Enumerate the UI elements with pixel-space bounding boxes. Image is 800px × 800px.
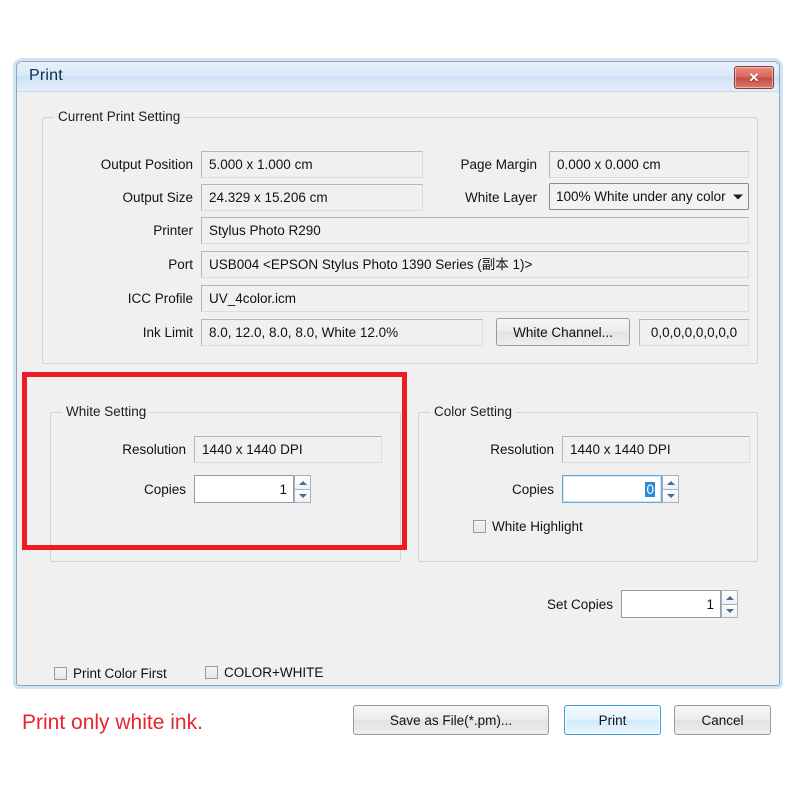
caret-down-icon: [298, 494, 307, 498]
checkbox-color-plus-white[interactable]: COLOR+WHITE: [205, 665, 323, 680]
label-white-resolution: Resolution: [122, 442, 186, 457]
stepper-set-copies[interactable]: [721, 590, 738, 618]
cancel-button[interactable]: Cancel: [674, 705, 771, 735]
close-icon[interactable]: ✕: [734, 66, 774, 89]
label-ink-limit: Ink Limit: [142, 325, 193, 340]
checkbox-color-plus-white-box[interactable]: [205, 666, 218, 679]
label-output-size: Output Size: [122, 190, 193, 205]
input-white-copies[interactable]: 1: [194, 475, 294, 503]
input-color-copies-value: 0: [645, 481, 655, 497]
field-icc-profile: UV_4color.icm: [201, 285, 749, 312]
print-dialog: Print ✕ Current Print Setting Output Pos…: [16, 61, 780, 735]
field-page-margin: 0.000 x 0.000 cm: [549, 151, 749, 178]
label-color-copies: Copies: [511, 482, 554, 497]
stepper-white-copies-up[interactable]: [294, 475, 311, 489]
field-white-resolution: 1440 x 1440 DPI: [194, 436, 382, 463]
checkbox-color-plus-white-label: COLOR+WHITE: [224, 665, 324, 680]
group-title-color-setting: Color Setting: [430, 404, 517, 419]
label-icc-profile: ICC Profile: [127, 291, 193, 306]
stepper-white-copies-down[interactable]: [294, 489, 311, 503]
field-color-resolution: 1440 x 1440 DPI: [562, 436, 750, 463]
caret-down-icon: [725, 609, 734, 613]
group-title-white-setting: White Setting: [62, 404, 151, 419]
white-channel-button[interactable]: White Channel...: [496, 318, 630, 346]
group-current-print-setting: Current Print Setting Output Position 5.…: [42, 109, 758, 364]
save-as-file-button[interactable]: Save as File(*.pm)...: [353, 705, 549, 735]
print-button[interactable]: Print: [564, 705, 661, 735]
field-printer: Stylus Photo R290: [201, 217, 749, 244]
caret-up-icon: [298, 480, 307, 485]
checkbox-print-color-first[interactable]: Print Color First: [54, 666, 167, 681]
label-color-resolution: Resolution: [490, 442, 554, 457]
checkbox-white-highlight-box[interactable]: [473, 520, 486, 533]
field-port: USB004 <EPSON Stylus Photo 1390 Series (…: [201, 251, 749, 278]
field-ink-limit: 8.0, 12.0, 8.0, 8.0, White 12.0%: [201, 319, 483, 346]
label-white-copies: Copies: [143, 482, 186, 497]
dialog-titlebar: Print ✕: [17, 62, 779, 92]
field-white-channel-value: 0,0,0,0,0,0,0,0: [639, 319, 749, 346]
field-output-size: 24.329 x 15.206 cm: [201, 184, 423, 211]
screenshot-root: Print ✕ Current Print Setting Output Pos…: [0, 0, 800, 800]
label-port: Port: [168, 257, 193, 272]
label-output-position: Output Position: [100, 157, 193, 172]
checkbox-white-highlight-label: White Highlight: [492, 519, 583, 534]
label-set-copies: Set Copies: [546, 597, 613, 612]
annotation-caption: Print only white ink.: [22, 711, 203, 734]
close-icon-glyph: ✕: [748, 70, 760, 85]
stepper-set-copies-down[interactable]: [721, 604, 738, 618]
stepper-color-copies-up[interactable]: [662, 475, 679, 489]
dialog-client-area: Current Print Setting Output Position 5.…: [18, 92, 778, 735]
combo-white-layer-value: 100% White under any color: [556, 189, 726, 204]
input-set-copies[interactable]: 1: [621, 590, 721, 618]
checkbox-print-color-first-box[interactable]: [54, 667, 67, 680]
group-white-setting: White Setting Resolution 1440 x 1440 DPI…: [50, 404, 401, 562]
stepper-set-copies-up[interactable]: [721, 590, 738, 604]
dialog-title: Print: [29, 67, 63, 84]
checkbox-white-highlight[interactable]: White Highlight: [473, 519, 583, 534]
group-title-current-print-setting: Current Print Setting: [54, 109, 185, 124]
group-color-setting: Color Setting Resolution 1440 x 1440 DPI…: [418, 404, 758, 562]
field-output-position: 5.000 x 1.000 cm: [201, 151, 423, 178]
stepper-color-copies-down[interactable]: [662, 489, 679, 503]
caret-down-icon: [666, 494, 675, 498]
caret-up-icon: [666, 480, 675, 485]
label-printer: Printer: [153, 223, 193, 238]
stepper-white-copies[interactable]: [294, 475, 311, 503]
combo-white-layer[interactable]: 100% White under any color: [549, 183, 749, 210]
checkbox-print-color-first-label: Print Color First: [73, 666, 167, 681]
label-white-layer: White Layer: [464, 190, 537, 205]
label-page-margin: Page Margin: [460, 157, 537, 172]
caret-up-icon: [725, 595, 734, 600]
stepper-color-copies[interactable]: [662, 475, 679, 503]
input-color-copies[interactable]: 0: [562, 475, 662, 503]
